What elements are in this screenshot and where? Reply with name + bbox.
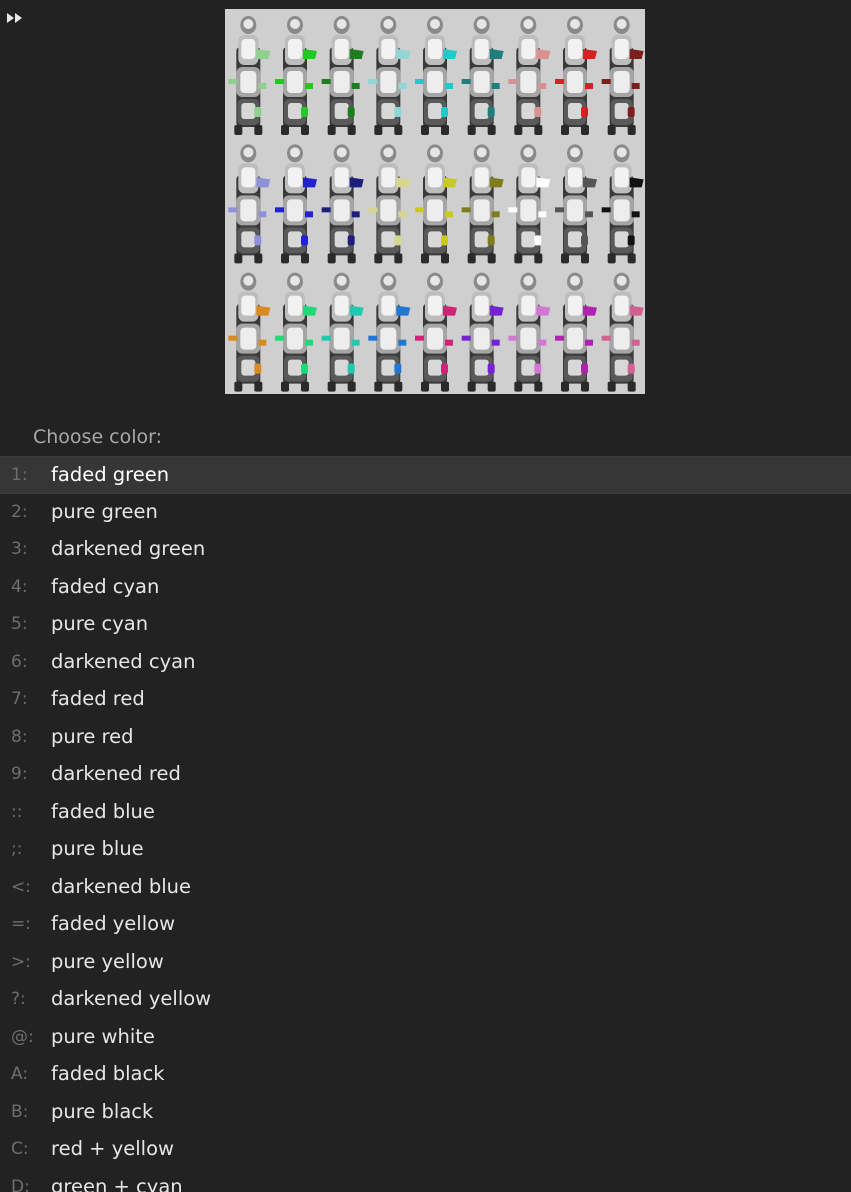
option-hotkey: B: <box>11 1101 29 1122</box>
option-hotkey: 6: <box>11 651 28 672</box>
option-label: pure blue <box>51 837 144 860</box>
option-hotkey: 3: <box>11 539 28 559</box>
option-label: darkened blue <box>51 874 192 898</box>
list-item[interactable]: <: darkened blue <box>0 869 851 907</box>
option-hotkey: A: <box>11 1064 29 1084</box>
option-hotkey: 9: <box>11 764 28 784</box>
option-label: darkened yellow <box>51 987 212 1010</box>
option-hotkey: ?: <box>11 989 26 1009</box>
fast-forward-icon[interactable] <box>6 9 24 23</box>
prompt-label: Choose color: <box>33 426 163 448</box>
list-item[interactable]: 3: darkened green <box>0 531 851 569</box>
list-item[interactable]: C: red + yellow <box>0 1131 851 1169</box>
option-hotkey: :: <box>11 801 23 822</box>
color-chooser-window: Choose color: 1: faded green 2: pure green 3… <box>0 0 851 1192</box>
option-hotkey: 5: <box>11 614 28 634</box>
option-hotkey: ;: <box>11 839 23 859</box>
option-label: pure black <box>51 1099 154 1123</box>
list-item[interactable]: 1: faded green <box>0 456 851 494</box>
option-label: darkened red <box>51 762 181 785</box>
option-hotkey: C: <box>11 1139 29 1159</box>
option-hotkey: >: <box>11 951 31 972</box>
list-item[interactable]: 6: darkened cyan <box>0 644 851 682</box>
option-hotkey: 2: <box>11 501 28 522</box>
option-label: pure yellow <box>51 949 164 973</box>
option-hotkey: 1: <box>11 465 28 485</box>
option-hotkey: =: <box>11 914 31 934</box>
option-hotkey: 4: <box>11 576 28 597</box>
option-label: darkened green <box>51 537 206 560</box>
color-option-list: 1: faded green 2: pure green 3: darkened gree… <box>0 456 851 1192</box>
ship-color-preview-image <box>225 9 645 394</box>
option-label: faded green <box>51 463 170 486</box>
list-item[interactable]: 2: pure green <box>0 494 851 532</box>
list-item[interactable]: >: pure yellow <box>0 944 851 982</box>
list-item[interactable]: =: faded yellow <box>0 906 851 944</box>
list-item[interactable]: ;: pure blue <box>0 831 851 869</box>
option-label: red + yellow <box>51 1137 174 1160</box>
option-hotkey: D: <box>11 1176 30 1192</box>
list-item[interactable]: D: green + cyan <box>0 1169 851 1192</box>
option-hotkey: 8: <box>11 726 28 747</box>
option-label: faded yellow <box>51 912 176 935</box>
option-label: faded cyan <box>51 574 160 598</box>
option-label: faded red <box>51 687 145 710</box>
option-hotkey: 7: <box>11 689 28 709</box>
list-item[interactable]: 5: pure cyan <box>0 606 851 644</box>
option-label: faded blue <box>51 799 155 823</box>
list-item[interactable]: B: pure black <box>0 1094 851 1132</box>
list-item[interactable]: 7: faded red <box>0 681 851 719</box>
option-label: darkened cyan <box>51 649 196 673</box>
option-label: green + cyan <box>51 1174 183 1192</box>
list-item[interactable]: 4: faded cyan <box>0 569 851 607</box>
option-label: pure cyan <box>51 612 149 635</box>
option-hotkey: @: <box>11 1026 34 1047</box>
list-item[interactable]: ?: darkened yellow <box>0 981 851 1019</box>
list-item[interactable]: 8: pure red <box>0 719 851 757</box>
list-item[interactable]: @: pure white <box>0 1019 851 1057</box>
option-hotkey: <: <box>11 876 31 897</box>
list-item[interactable]: :: faded blue <box>0 794 851 832</box>
option-label: pure white <box>51 1024 155 1048</box>
list-item[interactable]: A: faded black <box>0 1056 851 1094</box>
option-label: pure red <box>51 724 134 748</box>
list-item[interactable]: 9: darkened red <box>0 756 851 794</box>
option-label: pure green <box>51 499 158 523</box>
option-label: faded black <box>51 1062 165 1085</box>
